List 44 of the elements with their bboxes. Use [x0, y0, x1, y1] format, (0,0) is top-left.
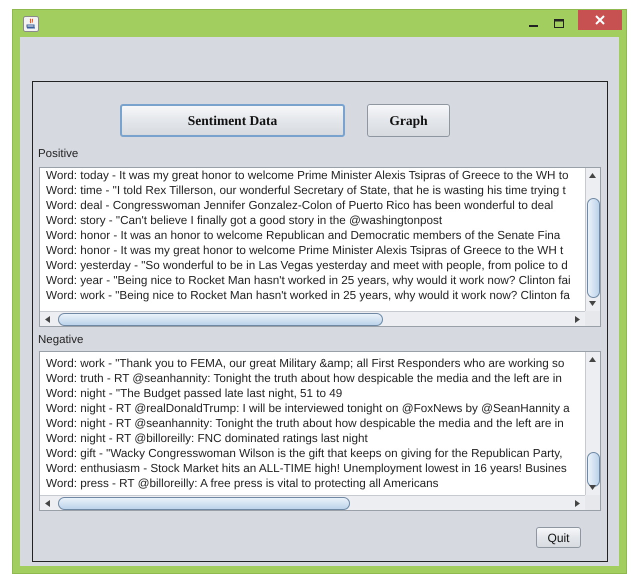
maximize-icon[interactable] [554, 19, 564, 28]
horizontal-scrollbar[interactable] [40, 311, 585, 326]
sentiment-data-button[interactable]: Sentiment Data [120, 104, 345, 137]
scroll-thumb[interactable] [587, 198, 600, 298]
list-item[interactable]: Word: deal - Congresswoman Jennifer Gonzalez-Colon of Puerto Rico has been wonderful to deal [40, 198, 554, 213]
left-arrow-icon[interactable] [44, 500, 51, 507]
vertical-scrollbar[interactable] [585, 168, 600, 311]
list-item[interactable]: Word: time - "I told Rex Tillerson, our wonderful Secretary of State, that he is wasting his time trying t [40, 183, 566, 198]
list-item[interactable]: Word: truth - RT @seanhannity: Tonight the truth about how despicable the media and the left are in [40, 371, 562, 386]
list-item[interactable]: Word: night - RT @seanhannity: Tonight the truth about how despicable the media and the left are in [40, 416, 564, 431]
list-item[interactable]: Word: work - "Being nice to Rocket Man hasn't worked in 25 years, why would it work now? Clinton fa [40, 288, 570, 303]
close-icon[interactable] [595, 15, 605, 25]
list-item[interactable]: Word: year - "Being nice to Rocket Man hasn't worked in 25 years, why would it work now? Clinton fai [40, 273, 571, 288]
section-label: Positive [38, 147, 80, 161]
list-item[interactable]: Word: enthusiasm - Stock Market hits an ALL-TIME high! Unemployment lowest in 16 years! Busines [40, 461, 567, 476]
section-label: Negative [38, 333, 84, 347]
right-arrow-icon[interactable] [574, 316, 581, 323]
scrollbar-corner [585, 311, 600, 326]
quit-button[interactable]: Quit [536, 527, 581, 548]
list-item[interactable]: Word: today - It was my great honor to welcome Prime Minister Alexis Tsipras of Greece to the WH to [40, 168, 568, 183]
up-arrow-icon[interactable] [589, 172, 596, 179]
scrollbar-corner [585, 495, 600, 510]
horizontal-scrollbar[interactable] [40, 495, 585, 510]
app-icon [23, 16, 39, 32]
list-item[interactable]: Word: gift - "Wacky Congresswoman Wilson is the gift that keeps on giving for the Republican Party, [40, 446, 562, 461]
vertical-scrollbar[interactable] [585, 352, 600, 495]
list-item[interactable]: Word: story - "Can't believe I finally got a good story in the @washingtonpost [40, 213, 442, 228]
list-item[interactable]: Word: press - RT @billoreilly: A free press is vital to protecting all Americans [40, 476, 439, 491]
list-item[interactable]: Word: honor - It was my great honor to welcome Prime Minister Alexis Tsipras of Greece to the WH t [40, 243, 564, 258]
list-item[interactable]: Word: yesterday - "So wonderful to be in Las Vegas yesterday and meet with people, from police to d [40, 258, 568, 273]
down-arrow-icon[interactable] [589, 484, 596, 491]
list-item[interactable]: Word: work - "Thank you to FEMA, our great Military &amp; all First Responders who are working so [40, 356, 564, 371]
scroll-thumb[interactable] [58, 497, 350, 510]
right-arrow-icon[interactable] [574, 500, 581, 507]
list-item[interactable]: Word: night - RT @realDonaldTrump: I will be interviewed tonight on @FoxNews by @SeanHannity a [40, 401, 570, 416]
up-arrow-icon[interactable] [589, 356, 596, 363]
left-arrow-icon[interactable] [44, 316, 51, 323]
list-item[interactable]: Word: honor - It was an honor to welcome Republican and Democratic members of the Senate Fina [40, 228, 560, 243]
down-arrow-icon[interactable] [589, 300, 596, 307]
list-item[interactable]: Word: night - RT @billoreilly: FNC dominated ratings last night [40, 431, 368, 446]
scroll-thumb[interactable] [58, 313, 383, 326]
graph-button[interactable]: Graph [367, 104, 450, 137]
list-item[interactable]: Word: night - "The Budget passed late last night, 51 to 49 [40, 386, 342, 401]
scroll-thumb[interactable] [587, 452, 600, 487]
